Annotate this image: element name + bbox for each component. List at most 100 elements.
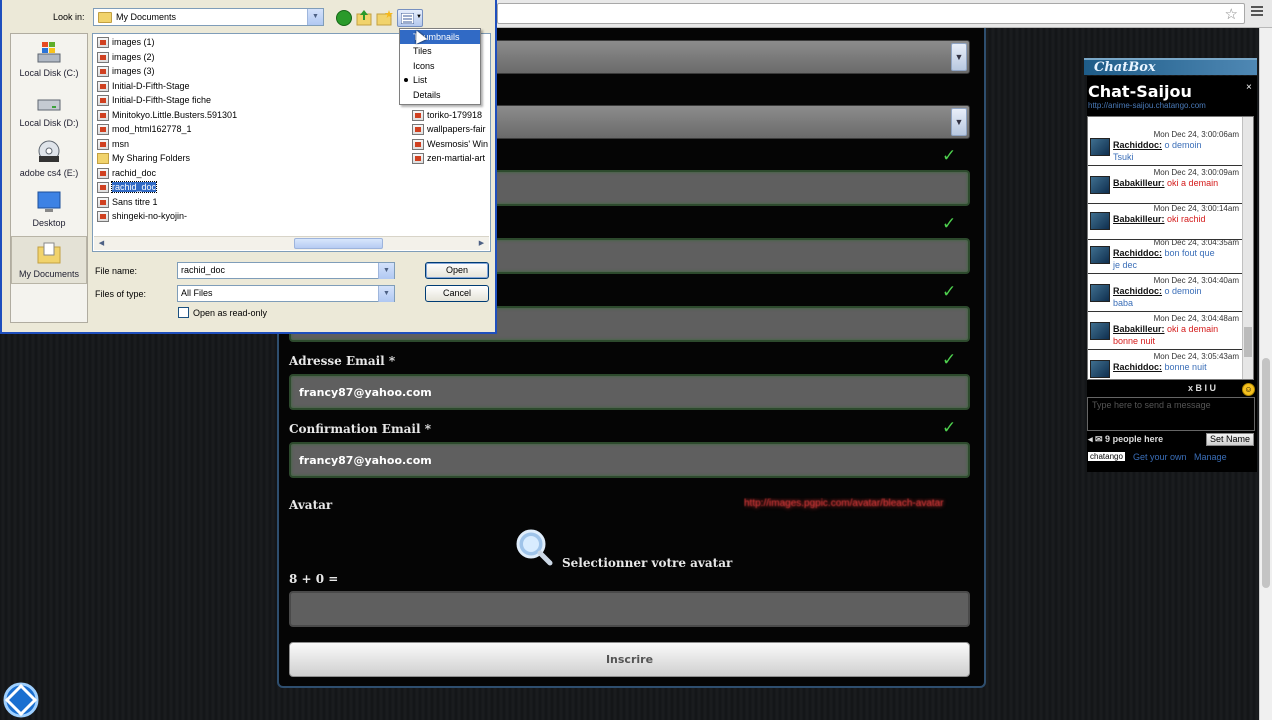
file-list-scrollbar-thumb[interactable] bbox=[294, 238, 383, 249]
place-label: Local Disk (C:) bbox=[19, 68, 79, 78]
get-your-own-link[interactable]: Get your own bbox=[1133, 452, 1187, 462]
back-icon[interactable] bbox=[336, 10, 352, 26]
view-menu-item-details[interactable]: Details bbox=[400, 88, 480, 102]
file-list-scrollbar[interactable]: ◀ ▶ bbox=[94, 236, 489, 250]
list-item[interactable]: images (3) bbox=[96, 65, 155, 79]
avatar[interactable] bbox=[1090, 322, 1110, 340]
message-user[interactable]: Babakilleur: bbox=[1113, 214, 1165, 224]
page-scrollbar[interactable] bbox=[1259, 28, 1272, 720]
file-type-value: All Files bbox=[181, 288, 213, 298]
view-menu-button[interactable]: ▼ bbox=[397, 9, 423, 27]
look-in-dropdown[interactable]: My Documents ▼ bbox=[93, 8, 324, 26]
scroll-left-icon[interactable]: ◀ bbox=[95, 238, 108, 249]
browser-menu-icon[interactable] bbox=[1251, 6, 1263, 18]
smiley-icon[interactable]: ☺ bbox=[1242, 383, 1255, 396]
avatar[interactable] bbox=[1090, 176, 1110, 194]
select-avatar-label[interactable]: Selectionner votre avatar bbox=[562, 556, 732, 570]
chat-message: Mon Dec 24, 3:05:43am Rachiddoc: bonne n… bbox=[1088, 351, 1243, 379]
chevron-down-icon[interactable]: ▼ bbox=[378, 263, 394, 279]
confirm-email-field[interactable]: francy87@yahoo.com bbox=[289, 442, 970, 478]
close-icon[interactable]: × bbox=[1246, 82, 1252, 93]
submit-button[interactable]: Inscrire bbox=[289, 642, 970, 677]
set-name-button[interactable]: Set Name bbox=[1206, 433, 1254, 446]
list-item[interactable]: shingeki-no-kyojin- bbox=[96, 210, 187, 224]
scroll-right-icon[interactable]: ▶ bbox=[475, 238, 488, 249]
chevron-down-icon[interactable]: ▼ bbox=[378, 286, 394, 302]
avatar-gallery-link[interactable]: http://images.pgpic.com/avatar/bleach-av… bbox=[744, 498, 970, 514]
app-logo-icon[interactable] bbox=[0, 680, 42, 720]
page-scrollbar-thumb[interactable] bbox=[1262, 358, 1270, 588]
message-time: Mon Dec 24, 3:04:40am bbox=[1153, 276, 1239, 285]
read-only-checkbox[interactable] bbox=[178, 307, 189, 318]
list-item[interactable]: Sans titre 1 bbox=[96, 196, 158, 210]
manage-link[interactable]: Manage bbox=[1194, 452, 1227, 462]
list-item[interactable]: Initial-D-Fifth-Stage bbox=[96, 80, 190, 94]
view-menu-item-tiles[interactable]: Tiles bbox=[400, 44, 480, 58]
chevron-down-icon[interactable]: ▼ bbox=[307, 9, 323, 25]
list-item[interactable]: zen-martial-art bbox=[411, 152, 485, 166]
address-bar[interactable]: ☆ bbox=[497, 3, 1245, 24]
email-label: Adresse Email * bbox=[289, 354, 396, 368]
magnifier-icon[interactable] bbox=[514, 528, 554, 566]
chat-message: Mon Dec 24, 3:04:48am Babakilleur: oki a… bbox=[1088, 313, 1243, 350]
chevron-down-icon[interactable]: ▼ bbox=[951, 108, 967, 136]
place-label: Local Disk (D:) bbox=[19, 118, 79, 128]
file-name-field[interactable]: rachid_doc ▼ bbox=[177, 262, 395, 279]
message-time: Mon Dec 24, 3:00:06am bbox=[1153, 130, 1239, 139]
cancel-button[interactable]: Cancel bbox=[425, 285, 489, 302]
list-item[interactable]: images (2) bbox=[96, 51, 155, 65]
list-item[interactable]: images (1) bbox=[96, 36, 155, 50]
list-item[interactable]: Initial-D-Fifth-Stage fiche bbox=[96, 94, 211, 108]
message-user[interactable]: Rachiddoc: bbox=[1113, 286, 1162, 296]
chevron-down-icon[interactable]: ▼ bbox=[951, 43, 967, 71]
chat-scrollbar-thumb[interactable] bbox=[1244, 327, 1252, 357]
chat-message-input[interactable]: Type here to send a message bbox=[1087, 397, 1255, 431]
message-user[interactable]: Babakilleur: bbox=[1113, 178, 1165, 188]
list-item[interactable]: Minitokyo.Little.Busters.591301 bbox=[96, 109, 237, 123]
message-user[interactable]: Rachiddoc: bbox=[1113, 362, 1162, 372]
list-item[interactable]: toriko-179918 bbox=[411, 109, 482, 123]
email-field[interactable]: francy87@yahoo.com bbox=[289, 374, 970, 410]
place-my-documents[interactable]: My Documents bbox=[11, 236, 87, 284]
place-desktop[interactable]: Desktop bbox=[11, 186, 87, 234]
list-item[interactable]: msn bbox=[96, 138, 129, 152]
read-only-label: Open as read-only bbox=[193, 308, 268, 318]
list-item[interactable]: My Sharing Folders bbox=[96, 152, 190, 166]
people-count[interactable]: ◂ ✉ 9 people here bbox=[1088, 434, 1163, 445]
file-name-label: File name: bbox=[95, 266, 138, 276]
list-item[interactable]: Wesmosis' Win bbox=[411, 138, 488, 152]
list-item-selected[interactable]: rachid_doc bbox=[96, 181, 158, 195]
file-type-label: Files of type: bbox=[95, 289, 147, 299]
folder-icon bbox=[98, 12, 112, 23]
bookmark-star-icon[interactable]: ☆ bbox=[1225, 5, 1238, 23]
chat-message-list[interactable]: Mon Dec 24, 3:00:06am Rachiddoc: o demoi… bbox=[1087, 116, 1254, 380]
message-text-line2: bonne nuit bbox=[1113, 336, 1156, 346]
captcha-field[interactable] bbox=[289, 591, 970, 627]
check-icon: ✓ bbox=[942, 350, 957, 370]
place-local-disk-d[interactable]: Local Disk (D:) bbox=[11, 86, 87, 134]
chat-scrollbar[interactable] bbox=[1242, 117, 1253, 379]
new-folder-icon[interactable] bbox=[376, 9, 393, 26]
list-item[interactable]: wallpapers-fair bbox=[411, 123, 486, 137]
open-button[interactable]: Open bbox=[425, 262, 489, 279]
file-type-select[interactable]: All Files ▼ bbox=[177, 285, 395, 302]
place-local-disk-c[interactable]: Local Disk (C:) bbox=[11, 36, 87, 84]
message-user[interactable]: Rachiddoc: bbox=[1113, 248, 1162, 258]
avatar[interactable] bbox=[1090, 212, 1110, 230]
list-item[interactable]: mod_html162778_1 bbox=[96, 123, 192, 137]
view-menu-item-list[interactable]: List bbox=[400, 73, 480, 87]
message-user[interactable]: Rachiddoc: bbox=[1113, 140, 1162, 150]
chatango-logo[interactable]: chatango bbox=[1088, 452, 1125, 461]
avatar[interactable] bbox=[1090, 246, 1110, 264]
view-menu-item-icons[interactable]: Icons bbox=[400, 59, 480, 73]
avatar[interactable] bbox=[1090, 360, 1110, 378]
chat-url-link[interactable]: http://anime-saijou.chatango.com bbox=[1088, 101, 1206, 110]
message-user[interactable]: Babakilleur: bbox=[1113, 324, 1165, 334]
up-folder-icon[interactable] bbox=[356, 9, 372, 26]
avatar[interactable] bbox=[1090, 138, 1110, 156]
chat-format-toolbar[interactable]: x B I U bbox=[1188, 383, 1216, 393]
list-item[interactable]: rachid_doc bbox=[96, 167, 156, 181]
avatar[interactable] bbox=[1090, 284, 1110, 302]
message-text-line2: Tsuki bbox=[1113, 152, 1134, 162]
place-adobe-cs4[interactable]: adobe cs4 (E:) bbox=[11, 136, 87, 184]
